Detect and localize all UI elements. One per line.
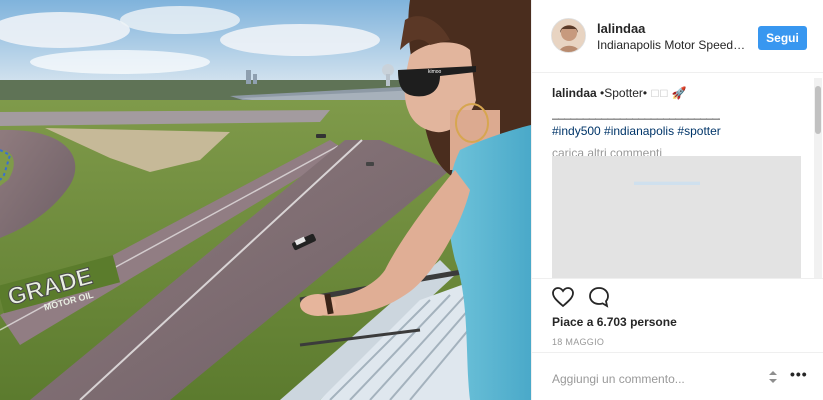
post-date: 18 MAGGIO: [552, 337, 605, 347]
rocket-emoji: 🚀: [671, 86, 687, 100]
speedway-photo-illustration: GRADE MOTOR OIL kimoo: [0, 0, 531, 400]
post-side-panel: lalindaa Indianapolis Motor Speedway Seg…: [531, 0, 823, 400]
post-header: lalindaa Indianapolis Motor Speedway Seg…: [532, 0, 823, 73]
more-options-icon[interactable]: •••: [790, 367, 808, 384]
city-building: [246, 70, 251, 84]
add-comment-bar: •••: [532, 352, 823, 400]
heart-icon[interactable]: [551, 285, 575, 309]
follow-button[interactable]: Segui: [758, 26, 807, 50]
city-building: [253, 74, 257, 84]
caption: lalindaa •Spotter• ☐☐ 🚀: [552, 84, 812, 104]
sunglasses-brand: kimoo: [428, 69, 442, 75]
race-car-distant: [366, 162, 374, 166]
comments-section: lalindaa •Spotter• ☐☐ 🚀 ________________…: [552, 84, 812, 162]
caption-divider: _________________________________: [552, 106, 720, 120]
username[interactable]: lalindaa: [597, 21, 645, 36]
hashtags[interactable]: #indy500 #indianapolis #spotter: [552, 122, 812, 140]
avatar[interactable]: [551, 18, 586, 53]
water-tower-leg: [386, 74, 390, 86]
race-car-distant: [316, 134, 326, 138]
location-link[interactable]: Indianapolis Motor Speedway: [597, 38, 747, 52]
comments-scrollbar[interactable]: [814, 78, 822, 278]
resize-icon[interactable]: [767, 370, 779, 384]
cloud: [120, 6, 240, 34]
scrollbar-thumb[interactable]: [815, 86, 821, 134]
cloud: [220, 24, 380, 56]
cloud: [30, 50, 210, 74]
embedded-media-label: ▬▬▬▬▬▬: [634, 176, 700, 188]
caption-username[interactable]: lalindaa: [552, 86, 597, 100]
comment-bubble-icon[interactable]: [587, 285, 611, 309]
emoji-placeholder-icon: ☐☐: [650, 89, 669, 100]
post-photo[interactable]: GRADE MOTOR OIL kimoo: [0, 0, 531, 400]
avatar-image: [552, 19, 585, 52]
caption-text: •Spotter•: [600, 86, 648, 100]
embedded-media-placeholder: ▬▬▬▬▬▬: [552, 156, 801, 278]
post-actions: Piace a 6.703 persone 18 MAGGIO: [532, 278, 823, 358]
comment-input[interactable]: [552, 369, 762, 389]
likes-count[interactable]: Piace a 6.703 persone: [552, 315, 677, 329]
